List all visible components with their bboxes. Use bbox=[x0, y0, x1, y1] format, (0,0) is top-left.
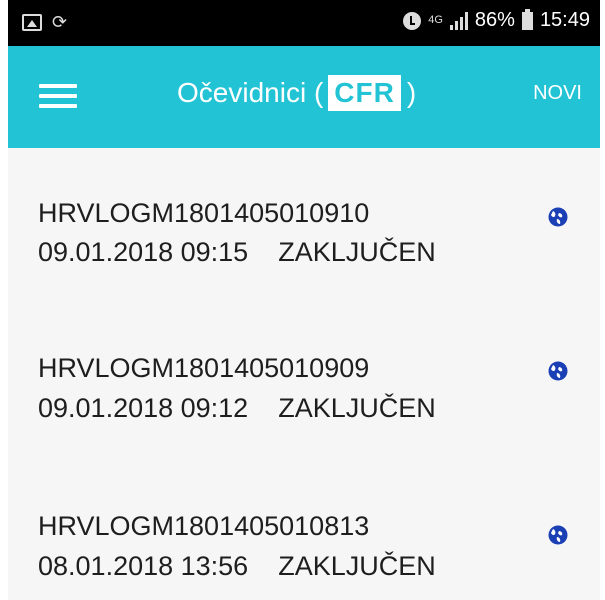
record-datetime: 09.01.2018 09:15 bbox=[38, 237, 249, 267]
alarm-icon bbox=[403, 11, 422, 30]
list-item[interactable]: HRVLOGM1801405010813 08.01.2018 13:56 ZAK… bbox=[8, 460, 600, 600]
status-right: 4G 86% 15:49 bbox=[403, 8, 590, 32]
network-type: 4G bbox=[428, 14, 443, 26]
sync-icon: ⟳ bbox=[52, 12, 68, 32]
record-status: ZAKLJUČEN bbox=[278, 237, 436, 267]
gallery-icon bbox=[22, 14, 42, 31]
record-datetime: 08.01.2018 13:56 bbox=[38, 551, 249, 581]
record-code: HRVLOGM1801405010909 bbox=[38, 353, 370, 383]
record-code: HRVLOGM1801405010813 bbox=[38, 511, 370, 541]
globe-icon[interactable] bbox=[548, 361, 568, 381]
status-left: ⟳ bbox=[22, 12, 67, 33]
battery-icon bbox=[521, 8, 533, 30]
menu-icon[interactable] bbox=[39, 84, 77, 112]
list-item[interactable]: HRVLOGM1801405010909 09.01.2018 09:12 ZAK… bbox=[8, 303, 600, 453]
record-status: ZAKLJUČEN bbox=[278, 551, 436, 581]
battery-percent: 86% bbox=[474, 9, 515, 31]
globe-icon[interactable] bbox=[548, 207, 568, 227]
title-suffix: ) bbox=[406, 77, 417, 108]
phone-screen: ⟳ 4G 86% 15:49 Očevidnici ( CFR ) NOVI H… bbox=[8, 0, 600, 600]
status-bar: ⟳ 4G 86% 15:49 bbox=[8, 0, 600, 46]
title-prefix: Očevidnici ( bbox=[177, 77, 324, 108]
clock: 15:49 bbox=[539, 9, 590, 31]
new-record-button[interactable]: NOVI bbox=[533, 82, 582, 105]
record-datetime: 09.01.2018 09:12 bbox=[38, 393, 249, 423]
globe-icon[interactable] bbox=[548, 525, 568, 545]
record-meta: 08.01.2018 13:56 ZAKLJUČEN bbox=[38, 551, 436, 582]
app-bar: Očevidnici ( CFR ) NOVI bbox=[8, 46, 600, 148]
record-meta: 09.01.2018 09:12 ZAKLJUČEN bbox=[38, 393, 436, 424]
record-meta: 09.01.2018 09:15 ZAKLJUČEN bbox=[38, 237, 436, 268]
record-code: HRVLOGM1801405010910 bbox=[38, 198, 370, 228]
signal-icon bbox=[449, 11, 468, 30]
list-item[interactable]: HRVLOGM1801405010910 09.01.2018 09:15 ZAK… bbox=[8, 148, 600, 298]
record-status: ZAKLJUČEN bbox=[278, 393, 436, 423]
cfr-badge: CFR bbox=[328, 75, 401, 111]
page-title: Očevidnici ( CFR ) bbox=[177, 75, 416, 111]
